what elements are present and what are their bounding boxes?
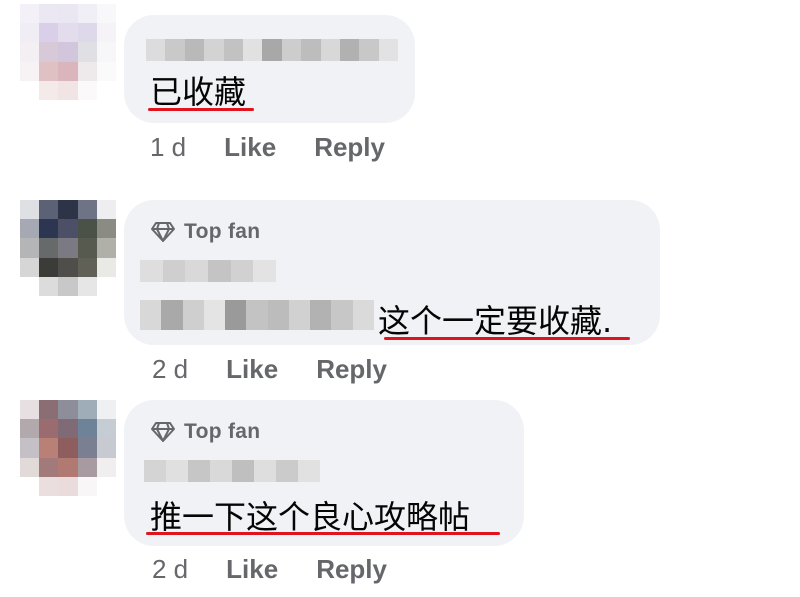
reply-button[interactable]: Reply — [314, 132, 385, 163]
redacted-text — [140, 300, 374, 330]
timestamp[interactable]: 1 d — [150, 132, 186, 163]
top-fan-badge: Top fan — [150, 220, 260, 244]
author-name-redacted[interactable] — [146, 39, 399, 61]
top-fan-badge: Top fan — [150, 420, 260, 444]
comment-actions: 1 d Like Reply — [150, 132, 385, 163]
reply-button[interactable]: Reply — [316, 554, 387, 585]
avatar[interactable] — [20, 400, 116, 496]
author-name-redacted[interactable] — [140, 260, 277, 282]
author-name-redacted[interactable] — [144, 460, 320, 482]
diamond-icon — [151, 422, 175, 442]
comment-bubble: Top fan 推一下这个良心攻略帖 — [124, 400, 524, 546]
comment-text: 已收藏 — [150, 73, 247, 111]
like-button[interactable]: Like — [226, 554, 278, 585]
highlight-underline — [384, 337, 630, 340]
timestamp[interactable]: 2 d — [152, 554, 188, 585]
highlight-underline — [148, 108, 254, 111]
diamond-icon — [151, 222, 175, 242]
badge-label: Top fan — [184, 220, 261, 243]
avatar[interactable] — [20, 4, 116, 100]
avatar[interactable] — [20, 200, 116, 296]
highlight-underline — [146, 532, 500, 535]
comment-actions: 2 d Like Reply — [152, 554, 387, 585]
like-button[interactable]: Like — [226, 354, 278, 385]
timestamp[interactable]: 2 d — [152, 354, 188, 385]
badge-label: Top fan — [184, 420, 261, 443]
comment-text: 这个一定要收藏. — [378, 302, 613, 340]
reply-button[interactable]: Reply — [316, 354, 387, 385]
comment-bubble: Top fan 这个一定要收藏. — [124, 200, 660, 345]
comment-bubble: 已收藏 — [124, 15, 415, 123]
comment-actions: 2 d Like Reply — [152, 354, 387, 385]
like-button[interactable]: Like — [224, 132, 276, 163]
